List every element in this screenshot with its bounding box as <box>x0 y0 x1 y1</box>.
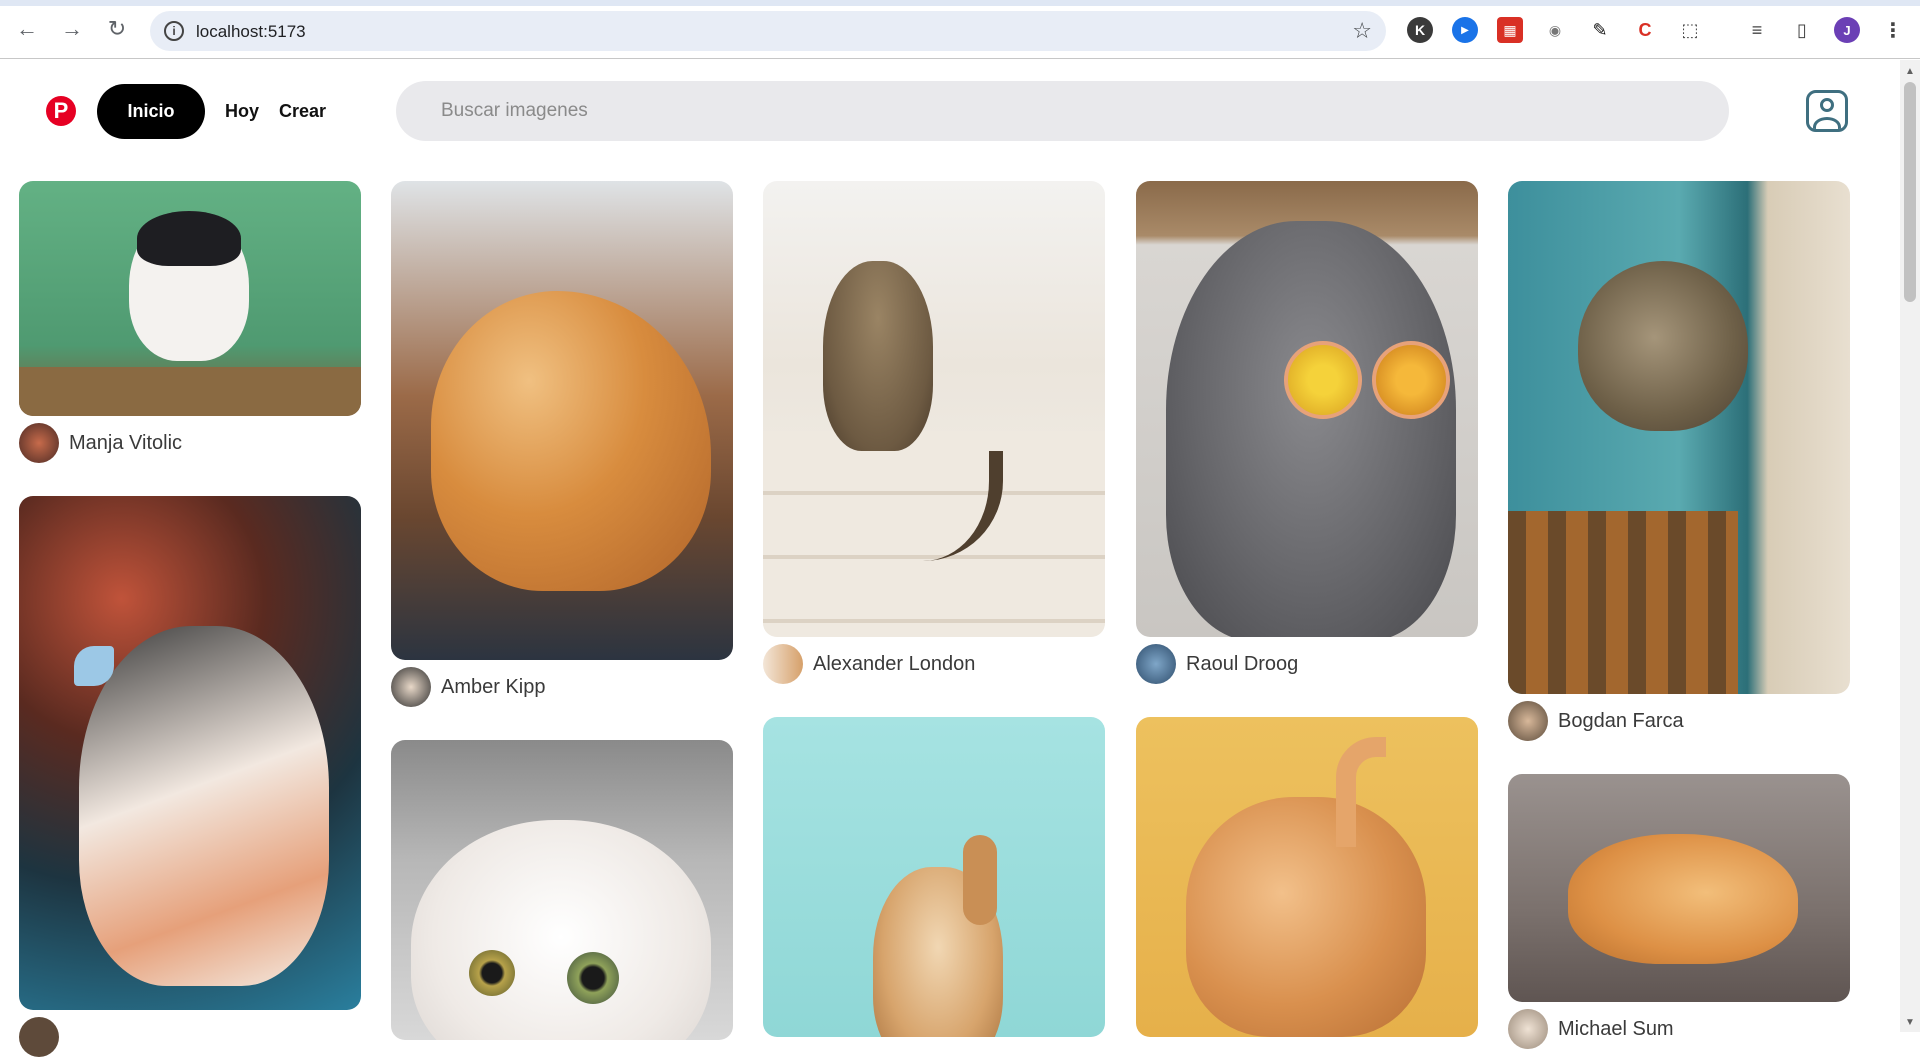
cat-tail <box>1336 737 1386 847</box>
author-name[interactable]: Alexander London <box>813 653 975 676</box>
page-scrollbar[interactable]: ▲ ▼ <box>1900 60 1920 1032</box>
address-bar[interactable]: i localhost:5173 ☆ <box>150 11 1386 51</box>
pin-card[interactable]: Amber Kipp <box>391 181 733 708</box>
browser-menu-icon[interactable]: ⋮ <box>1880 17 1906 43</box>
pin-card[interactable] <box>19 496 361 1058</box>
crear-link[interactable]: Crear <box>279 101 326 122</box>
cat-figure <box>823 261 933 451</box>
author-avatar[interactable] <box>1136 644 1176 684</box>
pin-card[interactable]: Raoul Droog <box>1136 181 1478 685</box>
author-name[interactable]: Manja Vitolic <box>69 432 182 455</box>
pin-card[interactable]: Bogdan Farca <box>1508 181 1850 742</box>
sunglasses-lens <box>1284 341 1362 419</box>
butterfly-shape <box>74 646 114 686</box>
pin-image[interactable] <box>1136 717 1478 1037</box>
extension-c-icon[interactable]: C <box>1632 17 1658 43</box>
pin-card[interactable] <box>1136 717 1478 1037</box>
pin-card[interactable]: Alexander London <box>763 181 1105 685</box>
pin-image[interactable] <box>1508 181 1850 694</box>
side-panel-icon[interactable]: ▯ <box>1789 17 1815 43</box>
cat-eye <box>567 952 619 1004</box>
search-input[interactable] <box>396 81 1729 141</box>
pin-image[interactable] <box>1136 181 1478 637</box>
extension-play-icon[interactable]: ▶ <box>1452 17 1478 43</box>
pin-author <box>19 1016 361 1058</box>
hoy-link[interactable]: Hoy <box>225 101 259 122</box>
cat-figure <box>411 820 711 1040</box>
pinterest-logo-icon[interactable]: P <box>46 96 76 126</box>
pin-card[interactable] <box>391 740 733 1040</box>
pin-author: Manja Vitolic <box>19 422 361 464</box>
cat-raised-paw <box>963 835 997 925</box>
pin-image[interactable] <box>19 496 361 1010</box>
author-name[interactable]: Amber Kipp <box>441 676 546 699</box>
cat-head <box>1578 261 1748 431</box>
camera-icon[interactable]: ◉ <box>1542 17 1568 43</box>
author-name[interactable]: Michael Sum <box>1558 1018 1674 1041</box>
pin-card[interactable]: Michael Sum <box>1508 774 1850 1050</box>
user-profile-icon[interactable] <box>1806 90 1848 132</box>
cat-figure <box>79 626 329 986</box>
author-name[interactable]: Raoul Droog <box>1186 653 1298 676</box>
pin-image[interactable] <box>391 181 733 660</box>
cat-figure <box>1568 834 1798 964</box>
author-avatar[interactable] <box>19 1017 59 1057</box>
forward-icon[interactable]: → <box>57 14 87 44</box>
pin-author: Bogdan Farca <box>1508 700 1850 742</box>
pin-author: Alexander London <box>763 643 1105 685</box>
cat-figure <box>1166 221 1456 637</box>
author-avatar[interactable] <box>19 423 59 463</box>
pin-image[interactable] <box>1508 774 1850 1002</box>
inicio-button[interactable]: Inicio <box>97 84 205 139</box>
author-avatar[interactable] <box>1508 701 1548 741</box>
pin-author: Michael Sum <box>1508 1008 1850 1050</box>
scroll-down-icon[interactable]: ▼ <box>1905 1017 1915 1028</box>
pin-image[interactable] <box>763 181 1105 637</box>
pin-image[interactable] <box>391 740 733 1040</box>
browser-toolbar: ← → ↻ i localhost:5173 ☆ K ▶ ▦ ◉ ✎ C ⬚ ≡… <box>0 0 1920 59</box>
scrollbar-thumb[interactable] <box>1904 82 1916 302</box>
user-head-shape <box>1820 98 1834 112</box>
cat-eye <box>469 950 515 996</box>
author-avatar[interactable] <box>391 667 431 707</box>
rusty-wall <box>1508 511 1738 694</box>
cat-head-marking <box>137 211 241 266</box>
extensions-puzzle-icon[interactable]: ⬚ <box>1677 17 1703 43</box>
tab-strip <box>0 0 1920 6</box>
pin-card[interactable]: Manja Vitolic <box>19 181 361 464</box>
reload-icon[interactable]: ↻ <box>102 14 132 44</box>
pin-image[interactable] <box>19 181 361 416</box>
pin-author: Amber Kipp <box>391 666 733 708</box>
author-name[interactable]: Bogdan Farca <box>1558 710 1684 733</box>
pin-card[interactable] <box>763 717 1105 1037</box>
pin-image[interactable] <box>763 717 1105 1037</box>
pin-author: Raoul Droog <box>1136 643 1478 685</box>
url-text[interactable]: localhost:5173 <box>196 22 306 42</box>
eyedropper-icon[interactable]: ✎ <box>1587 17 1613 43</box>
author-avatar[interactable] <box>1508 1009 1548 1049</box>
scroll-up-icon[interactable]: ▲ <box>1905 66 1915 77</box>
user-body-shape <box>1813 117 1841 129</box>
cat-figure <box>431 291 711 591</box>
sunglasses-lens <box>1372 341 1450 419</box>
extension-grid-icon[interactable]: ▦ <box>1497 17 1523 43</box>
cat-figure <box>1186 797 1426 1037</box>
site-info-icon[interactable]: i <box>164 21 184 41</box>
media-control-icon[interactable]: ≡ <box>1744 17 1770 43</box>
wooden-fence <box>19 367 361 416</box>
author-avatar[interactable] <box>763 644 803 684</box>
profile-avatar-icon[interactable]: J <box>1834 17 1860 43</box>
bookmark-star-icon[interactable]: ☆ <box>1352 18 1372 44</box>
back-icon[interactable]: ← <box>12 14 42 44</box>
extension-k-icon[interactable]: K <box>1407 17 1433 43</box>
